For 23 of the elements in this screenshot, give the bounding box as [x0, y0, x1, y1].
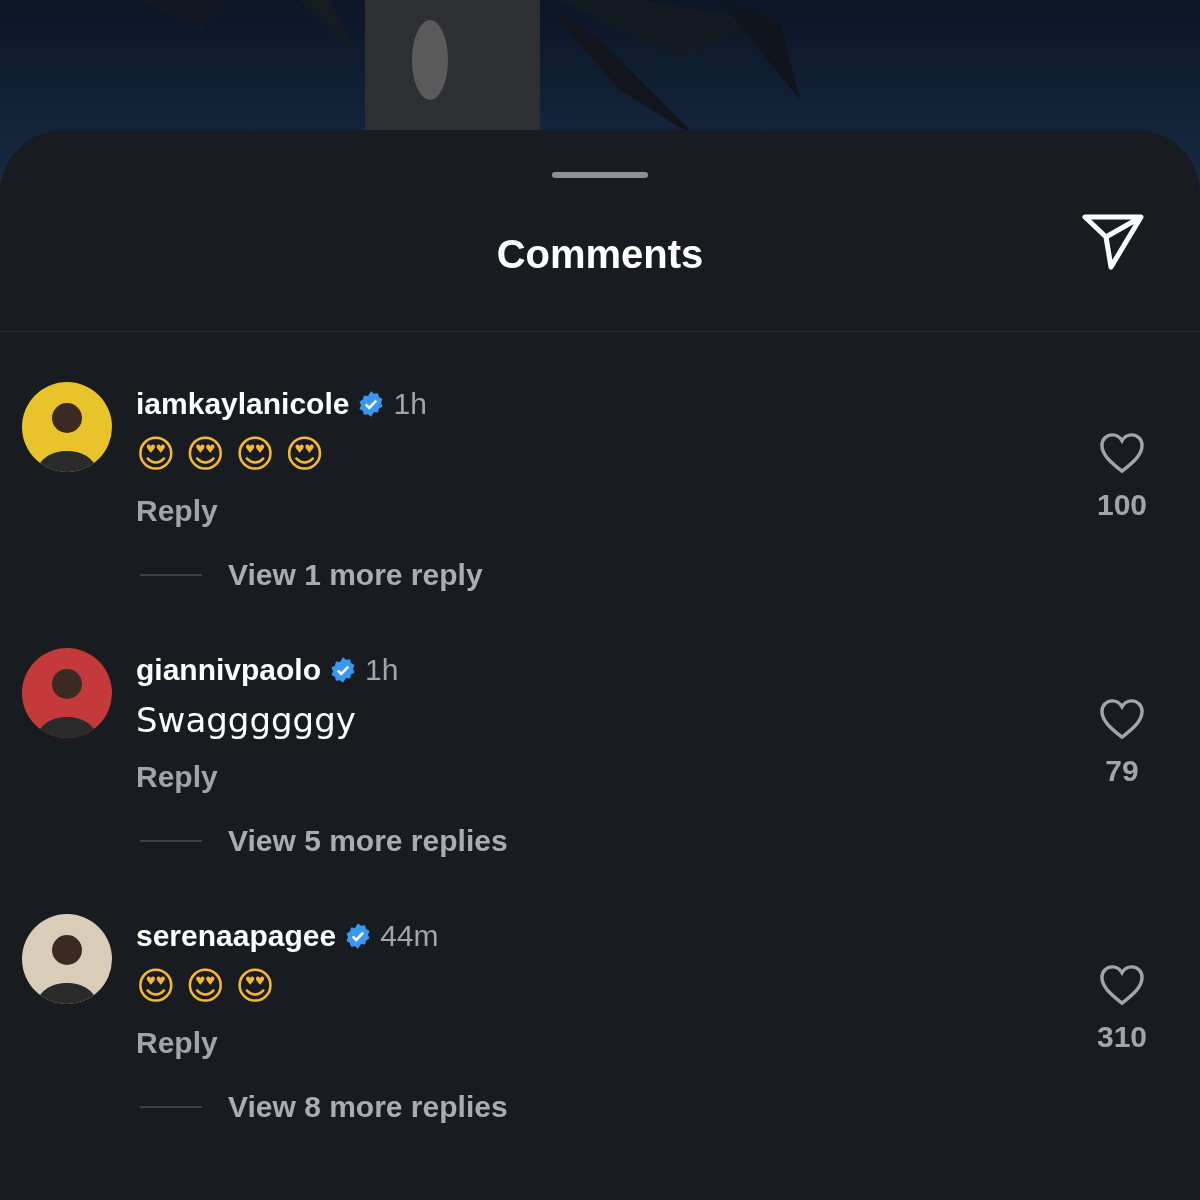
reply-button[interactable]: Reply [136, 748, 218, 806]
like-button[interactable] [1099, 964, 1145, 1006]
username[interactable]: serenaapagee [136, 919, 337, 953]
comment-time: 44m [380, 919, 439, 953]
view-replies-button[interactable]: View 8 more replies [228, 1090, 508, 1124]
like-count: 100 [1096, 488, 1148, 522]
reply-button[interactable]: Reply [136, 1014, 218, 1072]
view-replies-button[interactable]: View 5 more replies [228, 824, 508, 858]
like-count: 79 [1105, 754, 1139, 788]
comment-text: 😍😍😍😍 [136, 431, 335, 478]
like-button[interactable] [1099, 432, 1145, 474]
like-button[interactable] [1099, 698, 1145, 740]
comment-time: 1h [393, 387, 427, 421]
username[interactable]: iamkaylanicole [136, 387, 350, 421]
comment-text: Swaggggggy [136, 699, 356, 742]
reply-button[interactable]: Reply [136, 482, 218, 540]
view-replies-button[interactable]: View 1 more reply [228, 558, 483, 592]
username[interactable]: giannivpaolo [136, 653, 321, 687]
like-count: 310 [1096, 1020, 1148, 1054]
comment-text: 😍😍😍 [136, 963, 285, 1010]
drag-handle[interactable] [552, 172, 648, 178]
comment-time: 1h [365, 653, 399, 687]
sheet-title: Comments [496, 232, 704, 277]
